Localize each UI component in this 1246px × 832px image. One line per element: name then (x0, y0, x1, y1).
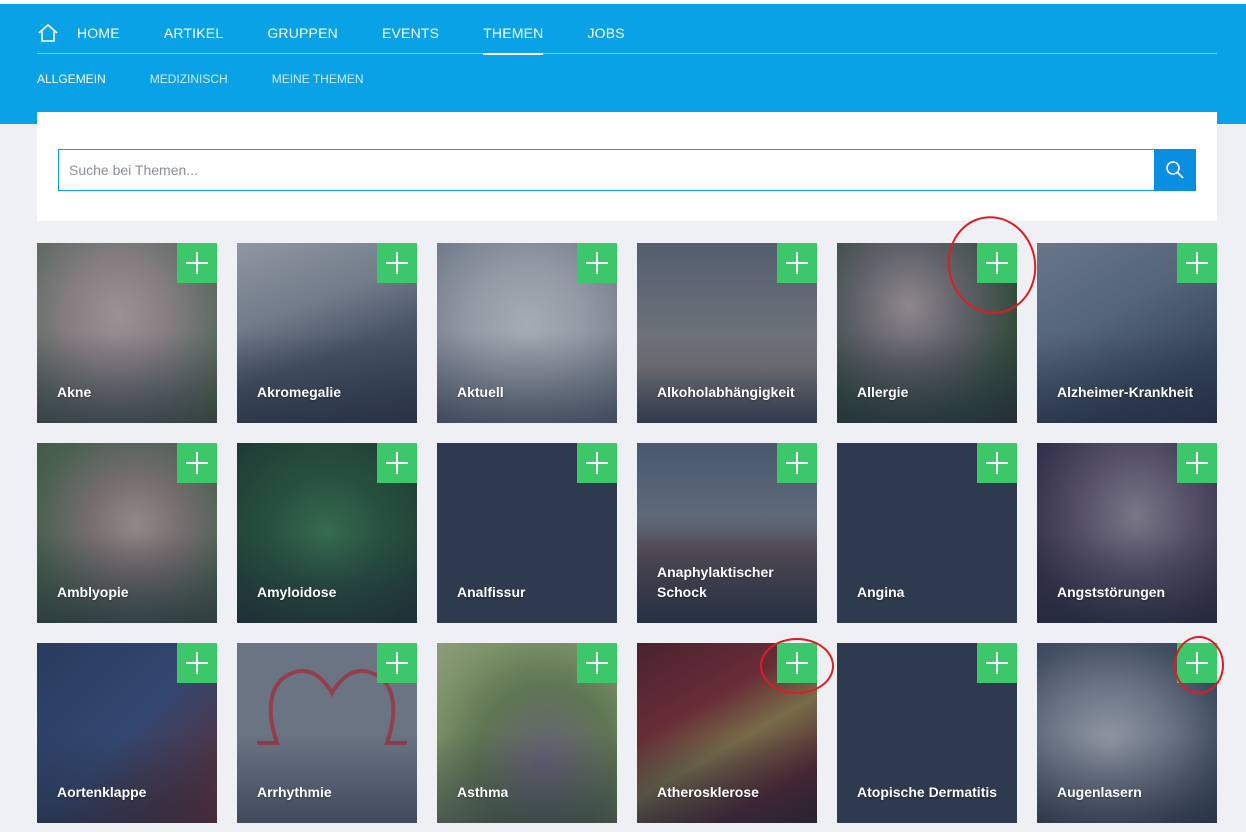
plus-icon[interactable] (777, 243, 817, 283)
topic-shade (237, 733, 417, 823)
topic-label: Angina (857, 584, 905, 600)
plus-icon[interactable] (1177, 243, 1217, 283)
topic-label: Akromegalie (257, 384, 342, 400)
topic-tile-asthma[interactable]: Asthma (437, 643, 617, 823)
plus-icon[interactable] (577, 243, 617, 283)
plus-icon[interactable] (977, 643, 1017, 683)
topic-shade (237, 533, 417, 623)
topic-shade (437, 333, 617, 423)
topic-shade (1037, 733, 1217, 823)
topic-tile-alzheimer-krankheit[interactable]: Alzheimer-Krankheit (1037, 243, 1217, 423)
nav-item-home[interactable]: HOME (77, 18, 120, 54)
nav-item-events[interactable]: EVENTS (382, 18, 439, 54)
subnav-item-meine-themen[interactable]: MEINE THEMEN (272, 72, 364, 86)
topic-label: Alzheimer-Krankheit (1057, 384, 1194, 400)
plus-icon[interactable] (177, 643, 217, 683)
topic-tile-angina[interactable]: Angina (837, 443, 1017, 623)
nav-item-gruppen[interactable]: GRUPPEN (267, 18, 338, 54)
topic-tile-amyloidose[interactable]: Amyloidose (237, 443, 417, 623)
topic-label: Aortenklappe (57, 784, 147, 800)
plus-icon[interactable] (577, 643, 617, 683)
topic-label: Amyloidose (257, 584, 337, 600)
search-input[interactable] (58, 149, 1155, 191)
home-icon[interactable] (37, 22, 59, 44)
topic-shade (37, 333, 217, 423)
search-button[interactable] (1154, 149, 1196, 191)
plus-icon[interactable] (377, 243, 417, 283)
topic-label: Atopische Dermatitis (857, 784, 998, 800)
topic-shade (237, 333, 417, 423)
nav-item-themen[interactable]: THEMEN (483, 18, 544, 55)
topic-tile-augenlasern[interactable]: Augenlasern (1037, 643, 1217, 823)
topic-label: Arrhythmie (257, 784, 332, 800)
topic-label: Anaphylaktischer Schock (657, 564, 774, 600)
topic-shade (37, 733, 217, 823)
search-icon (1166, 161, 1184, 179)
plus-icon[interactable] (177, 243, 217, 283)
search-panel (37, 112, 1217, 221)
header-top-border (0, 0, 1246, 4)
plus-icon[interactable] (1177, 643, 1217, 683)
subnav-item-allgemein[interactable]: ALLGEMEIN (37, 72, 106, 86)
topic-shade (1037, 533, 1217, 623)
topic-shade (837, 333, 1017, 423)
topic-label: Aktuell (457, 384, 504, 400)
topic-label: Augenlasern (1057, 784, 1142, 800)
subnav-item-medizinisch[interactable]: MEDIZINISCH (150, 72, 228, 86)
topic-tile-analfissur[interactable]: Analfissur (437, 443, 617, 623)
topic-shade (1037, 333, 1217, 423)
topic-shade (37, 533, 217, 623)
topic-tile-aortenklappe[interactable]: Aortenklappe (37, 643, 217, 823)
topic-label: Asthma (457, 784, 509, 800)
topic-tile-arrhythmie[interactable]: Arrhythmie (237, 643, 417, 823)
topic-tile-angststoerungen[interactable]: Angststörungen (1037, 443, 1217, 623)
plus-icon[interactable] (177, 443, 217, 483)
topic-label: Amblyopie (57, 584, 129, 600)
sub-nav: ALLGEMEIN MEDIZINISCH MEINE THEMEN (37, 72, 408, 86)
plus-icon[interactable] (377, 643, 417, 683)
topic-tile-allergie[interactable]: Allergie (837, 243, 1017, 423)
topic-tile-atherosklerose[interactable]: Atherosklerose (637, 643, 817, 823)
plus-icon[interactable] (777, 443, 817, 483)
topic-shade (437, 733, 617, 823)
main-nav: HOME ARTIKEL GRUPPEN EVENTS THEMEN JOBS (37, 18, 1217, 55)
topic-tile-anaphylaktischer-schock[interactable]: Anaphylaktischer Schock (637, 443, 817, 623)
nav-item-jobs[interactable]: JOBS (587, 18, 624, 54)
nav-item-artikel[interactable]: ARTIKEL (164, 18, 224, 54)
topic-label: Alkoholabhängigkeit (657, 384, 795, 400)
plus-icon[interactable] (377, 443, 417, 483)
topic-tile-amblyopie[interactable]: Amblyopie (37, 443, 217, 623)
topic-tile-atopische-dermatitis[interactable]: Atopische Dermatitis (837, 643, 1017, 823)
topic-tile-akromegalie[interactable]: Akromegalie (237, 243, 417, 423)
topic-tile-aktuell[interactable]: Aktuell (437, 243, 617, 423)
plus-icon[interactable] (977, 443, 1017, 483)
top-header: HOME ARTIKEL GRUPPEN EVENTS THEMEN JOBS … (0, 0, 1246, 124)
topic-label: Allergie (857, 384, 909, 400)
topic-tile-akne[interactable]: Akne (37, 243, 217, 423)
topic-shade (637, 333, 817, 423)
topic-label: Analfissur (457, 584, 526, 600)
topic-label: Atherosklerose (657, 784, 759, 800)
topic-tile-alkoholabhaengigkeit[interactable]: Alkoholabhängigkeit (637, 243, 817, 423)
plus-icon[interactable] (777, 643, 817, 683)
plus-icon[interactable] (577, 443, 617, 483)
topic-shade (637, 733, 817, 823)
topic-label: Akne (57, 384, 92, 400)
plus-icon[interactable] (977, 243, 1017, 283)
plus-icon[interactable] (1177, 443, 1217, 483)
topic-label: Angststörungen (1057, 584, 1166, 600)
